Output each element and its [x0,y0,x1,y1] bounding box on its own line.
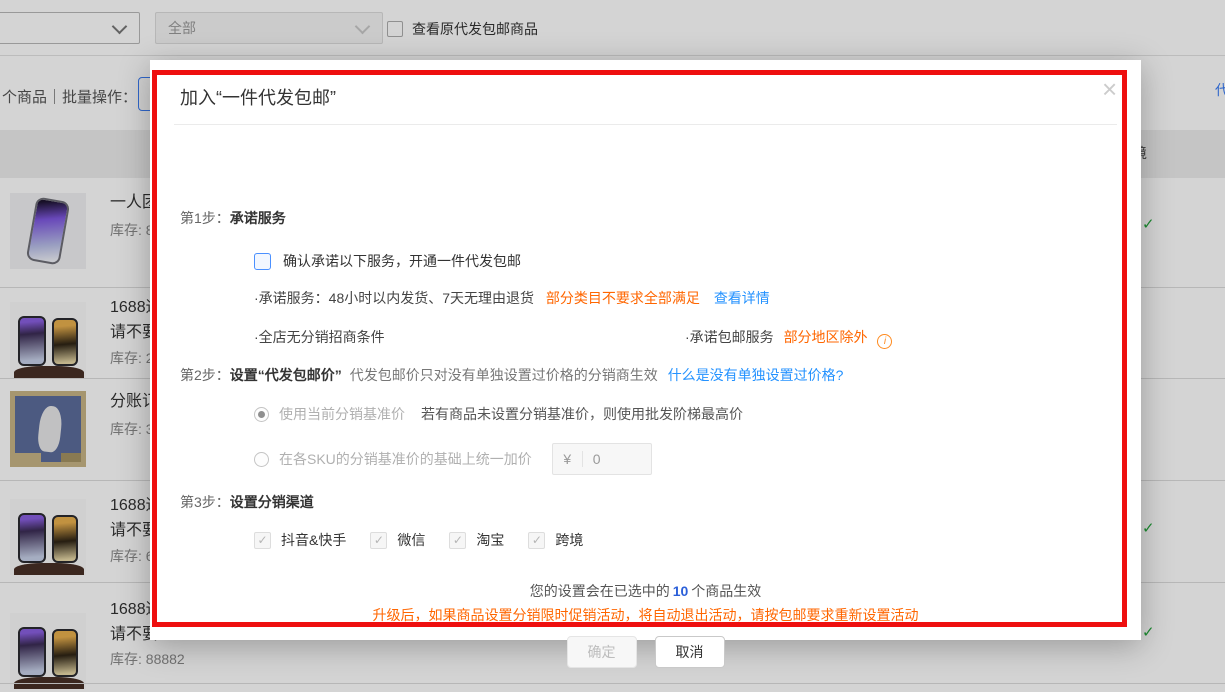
dialog-actions: 确定 取消 [150,636,1141,668]
view-details-link[interactable]: 查看详情 [714,290,770,306]
confirm-service-row: 确认承诺以下服务，开通一件代发包邮 [254,251,521,271]
channel-item-weixin: ✓ 微信 [370,530,425,550]
effect-prefix: 您的设置会在已选中的 [530,583,670,599]
screen: 渠道 全部 查看原代发包邮商品 个商品｜批量操作： 境 代 一人团 库存: 8 … [0,0,1225,692]
base-price-label: 使用当前分销基准价 [279,404,405,424]
markup-radio[interactable] [254,452,269,467]
channel-label: 跨境 [555,530,583,550]
effect-summary: 您的设置会在已选中的10个商品生效 [150,581,1141,601]
info-icon[interactable]: i [877,334,892,349]
step3-heading-row: 第3步：设置分销渠道 [180,492,314,512]
effect-count: 10 [673,583,689,599]
channel-label: 抖音&快手 [281,530,346,550]
step3-label: 第3步： [180,494,230,510]
title-divider [174,124,1117,125]
step2-heading-row: 第2步：设置“代发包邮价” 代发包邮价只对没有单独设置过价格的分销商生效 什么是没… [180,365,843,385]
step1-label: 第1步： [180,210,230,226]
step2-label: 第2步： [180,367,230,383]
channel-item-kuajing: ✓ 跨境 [528,530,583,550]
markup-amount-group: ¥ 0 [552,443,652,475]
confirm-button[interactable]: 确定 [567,636,637,668]
step2-desc: 代发包邮价只对没有单独设置过价格的分销商生效 [350,367,658,383]
channel-checkbox[interactable]: ✓ [449,532,466,549]
channel-item-taobao: ✓ 淘宝 [449,530,504,550]
confirm-service-checkbox[interactable] [254,253,271,270]
channel-label: 微信 [397,530,425,550]
join-free-shipping-dialog: 加入“一件代发包邮” × 第1步：承诺服务 确认承诺以下服务，开通一件代发包邮 … [150,60,1141,640]
step2-heading: 设置“代发包邮价” [230,367,342,383]
service-note: 部分类目不要求全部满足 [546,290,700,306]
channel-list: ✓ 抖音&快手 ✓ 微信 ✓ 淘宝 ✓ 跨境 [254,530,583,550]
effect-suffix: 个商品生效 [691,583,761,599]
price-question-link[interactable]: 什么是没有单独设置过价格? [668,367,844,383]
no-condition-text: ·全店无分销招商条件 [254,329,385,345]
channel-checkbox[interactable]: ✓ [370,532,387,549]
currency-symbol: ¥ [553,451,583,467]
dialog-title: 加入“一件代发包邮” [180,84,336,110]
base-price-desc: 若有商品未设置分销基准价，则使用批发阶梯最高价 [421,404,743,424]
shipping-commitment-text: ·承诺包邮服务 [685,329,774,345]
close-icon[interactable]: × [1102,76,1117,102]
upgrade-warning: 升级后，如果商品设置分销限时促销活动，将自动退出活动，请按包邮要求重新设置活动 [150,605,1141,625]
cancel-button[interactable]: 取消 [655,636,725,668]
service-commitment-text: ·承诺服务：48小时以内发货、7天无理由退货 [254,290,534,306]
markup-label: 在各SKU的分销基准价的基础上统一加价 [279,449,532,469]
shipping-note: 部分地区除外 [784,329,868,345]
conditions-row: ·全店无分销招商条件 ·承诺包邮服务 部分地区除外 i [254,327,1094,347]
channel-checkbox[interactable]: ✓ [528,532,545,549]
step1-heading-row: 第1步：承诺服务 [180,208,286,228]
channel-label: 淘宝 [476,530,504,550]
channel-checkbox[interactable]: ✓ [254,532,271,549]
markup-option-row: 在各SKU的分销基准价的基础上统一加价 ¥ 0 [254,443,652,475]
step1-heading: 承诺服务 [230,210,286,226]
step3-heading: 设置分销渠道 [230,494,314,510]
markup-amount-input[interactable]: 0 [583,451,651,467]
confirm-service-label: 确认承诺以下服务，开通一件代发包邮 [283,251,521,271]
base-price-radio[interactable] [254,407,269,422]
base-price-option-row: 使用当前分销基准价 若有商品未设置分销基准价，则使用批发阶梯最高价 [254,404,743,424]
service-commitment-row: ·承诺服务：48小时以内发货、7天无理由退货 部分类目不要求全部满足 查看详情 [254,288,770,308]
channel-item-douyin-kuaishou: ✓ 抖音&快手 [254,530,346,550]
